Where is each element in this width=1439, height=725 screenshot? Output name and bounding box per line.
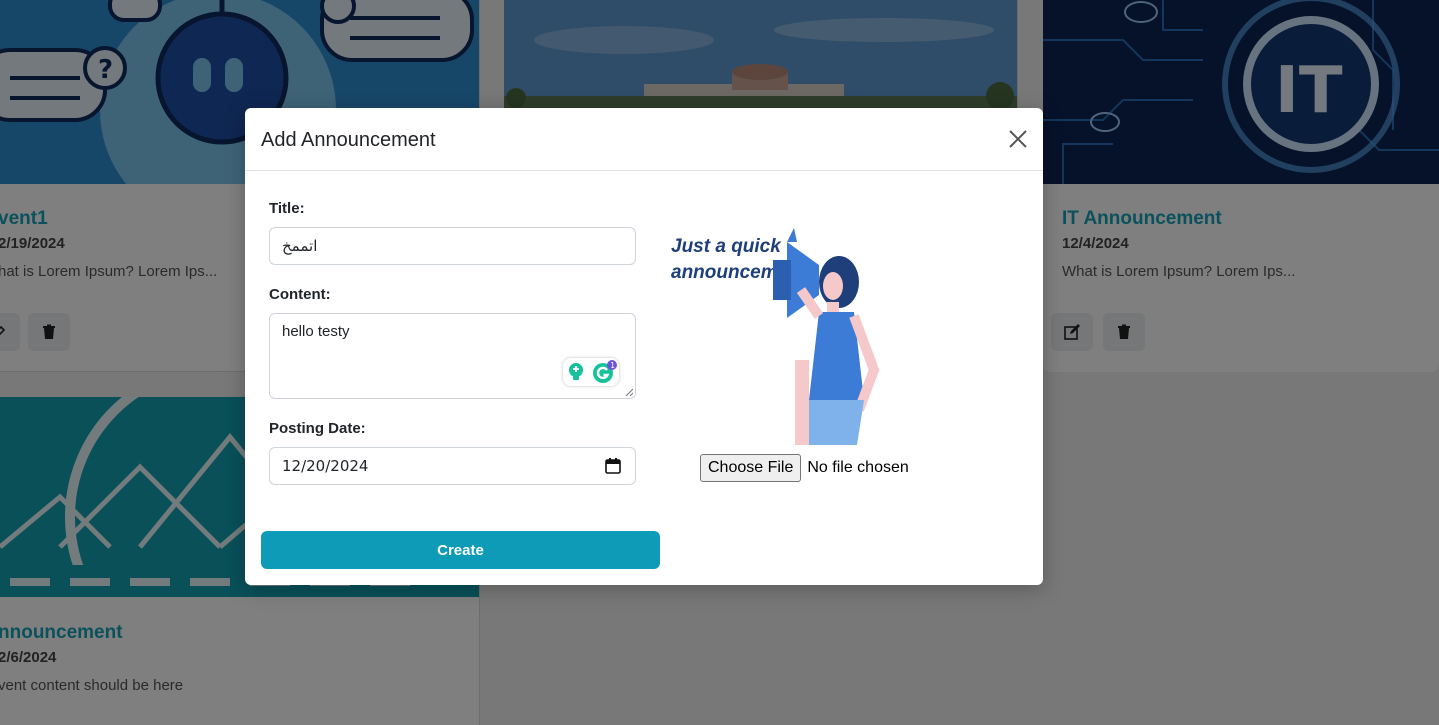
- megaphone-woman-illustration: Just a quick announcement:: [671, 228, 880, 445]
- create-button[interactable]: Create: [261, 531, 660, 569]
- lightbulb-icon: [568, 363, 583, 380]
- file-status-text: No file chosen: [807, 459, 909, 476]
- close-icon: [1009, 130, 1027, 148]
- grammarly-widget[interactable]: 1: [563, 358, 619, 386]
- add-announcement-modal: Add Announcement Title: اتممخ Content: h…: [245, 108, 1043, 585]
- modal-title: Add Announcement: [261, 129, 436, 151]
- content-textarea-value: hello testy: [282, 323, 350, 340]
- image-text-line1: Just a quick: [671, 236, 782, 257]
- choose-file-button[interactable]: Choose File: [700, 454, 802, 482]
- close-button[interactable]: [1007, 128, 1029, 150]
- file-picker: Choose File No file chosen: [700, 454, 909, 482]
- resize-handle-icon[interactable]: [625, 388, 633, 396]
- grammarly-badge-count: 1: [610, 361, 615, 370]
- posting-date-label: Posting Date:: [269, 420, 366, 437]
- grammarly-icon: 1: [592, 360, 617, 383]
- calendar-icon[interactable]: [605, 458, 621, 474]
- modal-header: Add Announcement: [245, 108, 1043, 171]
- content-label: Content:: [269, 286, 331, 303]
- title-label: Title:: [269, 200, 305, 217]
- announcement-preview-image: Just a quick announcement:: [669, 220, 899, 450]
- content-textarea[interactable]: hello testy 1: [269, 313, 636, 399]
- title-input[interactable]: اتممخ: [269, 227, 636, 265]
- posting-date-value: 12/20/2024: [282, 457, 369, 475]
- title-input-value: اتممخ: [282, 237, 318, 255]
- posting-date-input[interactable]: 12/20/2024: [269, 447, 636, 485]
